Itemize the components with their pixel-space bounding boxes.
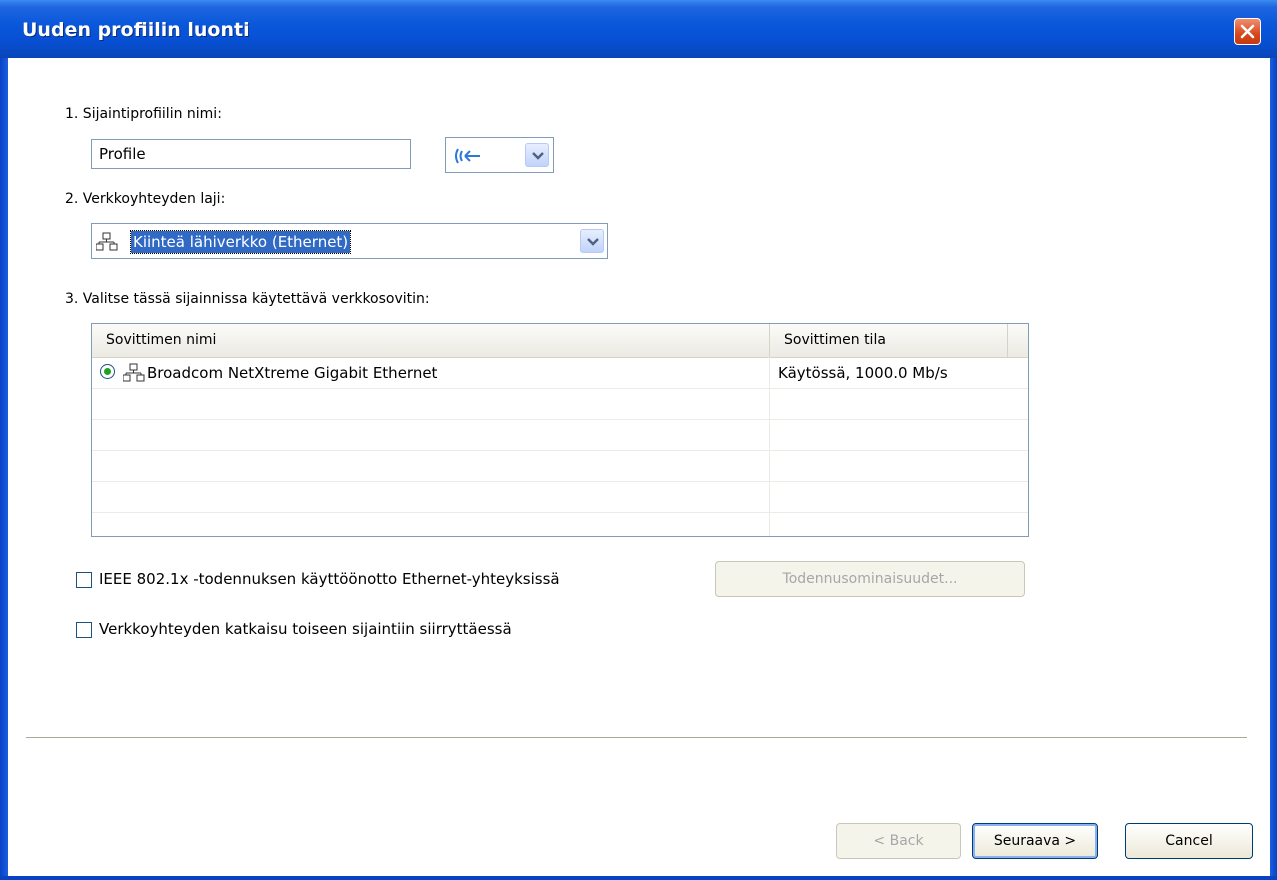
adapter-radio-button[interactable] <box>100 364 115 379</box>
table-row <box>92 389 1028 420</box>
adapter-select-label: 3. Valitse tässä sijainnissa käytettävä … <box>65 291 430 307</box>
window-border-right <box>1270 58 1277 880</box>
column-header-adapter-name[interactable]: Sovittimen nimi <box>92 324 770 357</box>
adapter-table: Sovittimen nimi Sovittimen tila Broadcom… <box>91 323 1029 537</box>
window-border-left <box>0 58 8 880</box>
connection-type-selected-value: Kiinteä lähiverkko (Ethernet) <box>129 230 352 254</box>
next-button[interactable]: Seuraava > <box>972 823 1098 859</box>
back-button[interactable]: < Back <box>836 823 961 859</box>
dialog-content: 1. Sijaintiprofiilin nimi: Profile 2. Ve… <box>8 58 1270 876</box>
chevron-down-icon <box>587 238 599 246</box>
window-title: Uuden profiilin luonti <box>22 19 250 41</box>
profile-name-input[interactable]: Profile <box>91 139 411 169</box>
wired-network-icon <box>123 363 145 382</box>
chevron-down-icon <box>532 152 544 160</box>
profile-icon-picker[interactable] <box>445 137 554 173</box>
close-button[interactable] <box>1234 18 1261 45</box>
window-border-bottom <box>0 876 1277 880</box>
title-bar[interactable]: Uuden profiilin luonti <box>0 0 1277 58</box>
table-row <box>92 451 1028 482</box>
dialog-window: Uuden profiilin luonti 1. Sijaintiprofii… <box>0 0 1277 880</box>
table-row[interactable]: Broadcom NetXtreme Gigabit Ethernet Käyt… <box>92 358 1028 389</box>
column-header-adapter-status[interactable]: Sovittimen tila <box>770 324 1008 357</box>
disconnect-on-switch-checkbox[interactable] <box>76 622 92 638</box>
table-row <box>92 420 1028 451</box>
adapter-name-cell: Broadcom NetXtreme Gigabit Ethernet <box>147 364 438 382</box>
connection-type-dropdown-button[interactable] <box>580 229 604 253</box>
adapter-table-header: Sovittimen nimi Sovittimen tila <box>92 324 1028 358</box>
cancel-button[interactable]: Cancel <box>1125 823 1253 859</box>
ieee-8021x-checkbox[interactable] <box>76 572 92 588</box>
disconnect-on-switch-label[interactable]: Verkkoyhteyden katkaisu toiseen sijainti… <box>99 620 512 638</box>
column-divider <box>769 357 770 536</box>
wired-network-icon <box>96 232 118 251</box>
adapter-status-cell: Käytössä, 1000.0 Mb/s <box>778 364 948 382</box>
close-icon <box>1240 24 1255 39</box>
icon-picker-dropdown-button[interactable] <box>525 143 549 167</box>
ieee-8021x-label[interactable]: IEEE 802.1x -todennuksen käyttöönotto Et… <box>99 570 560 588</box>
footer-separator <box>26 737 1247 741</box>
connection-type-label: 2. Verkkoyhteyden laji: <box>65 191 226 207</box>
wireless-signal-icon <box>455 148 480 164</box>
connection-type-select[interactable]: Kiinteä lähiverkko (Ethernet) <box>91 223 608 259</box>
authentication-properties-button[interactable]: Todennusominaisuudet... <box>715 561 1025 597</box>
profile-name-label: 1. Sijaintiprofiilin nimi: <box>65 106 222 122</box>
table-row <box>92 482 1028 513</box>
